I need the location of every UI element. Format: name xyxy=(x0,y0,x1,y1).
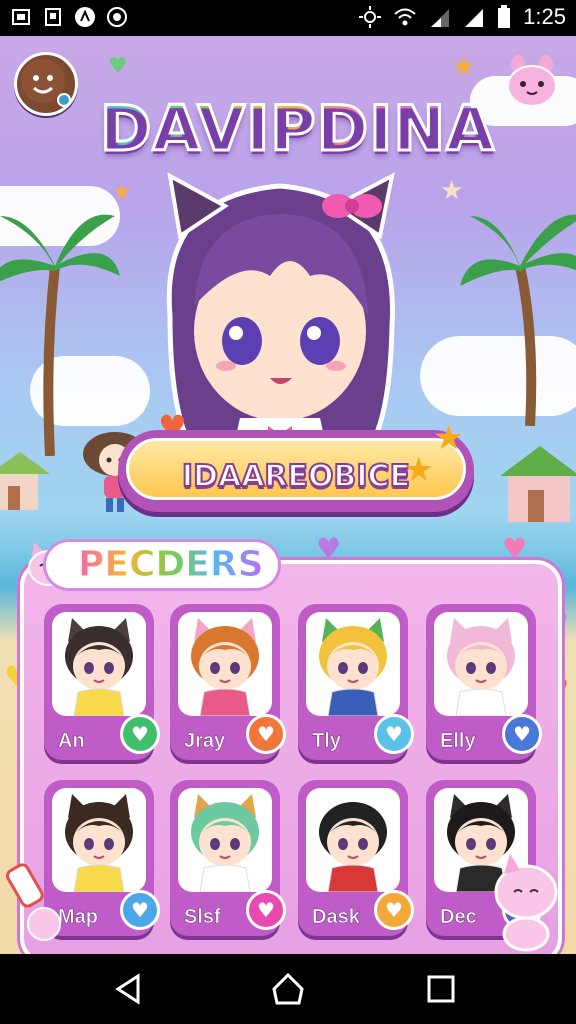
lotion-bottle-icon xyxy=(6,863,61,941)
character-portrait xyxy=(306,788,400,892)
heart-icon: ♥ xyxy=(385,898,403,922)
signal-full-icon xyxy=(465,9,484,27)
back-icon[interactable] xyxy=(112,972,146,1006)
screen-icon xyxy=(10,6,32,28)
favorite-button[interactable]: ♥ xyxy=(246,714,286,754)
heart-icon: ♥ xyxy=(131,898,149,922)
character-name: An xyxy=(58,730,85,753)
character-portrait xyxy=(434,612,528,716)
status-bar: 1:25 xyxy=(0,0,576,36)
favorite-button[interactable]: ♥ xyxy=(120,890,160,930)
favorite-button[interactable]: ♥ xyxy=(246,890,286,930)
favorite-button[interactable]: ♥ xyxy=(120,714,160,754)
star-icon: ★ xyxy=(112,180,132,205)
character-portrait xyxy=(178,788,272,892)
character-name: Dask xyxy=(312,906,360,929)
system-icons: 1:25 xyxy=(359,4,566,30)
hut-right xyxy=(500,446,576,522)
character-name: Dec xyxy=(440,906,477,929)
character-card[interactable]: Dask ♥ xyxy=(298,780,414,936)
favorite-button[interactable]: ♥ xyxy=(374,890,414,930)
character-name: Tly xyxy=(312,730,341,753)
player-avatar-button[interactable] xyxy=(14,52,78,116)
favorite-button[interactable]: ♥ xyxy=(502,714,542,754)
heart-icon: ♥ xyxy=(513,722,531,746)
character-card[interactable]: Elly ♥ xyxy=(426,604,542,760)
hut-left xyxy=(0,452,50,510)
character-name: Jray xyxy=(184,730,226,753)
pink-bunny-icon xyxy=(507,55,557,107)
app-icon xyxy=(74,6,96,28)
character-card[interactable]: Slsf ♥ xyxy=(170,780,286,936)
favorite-button[interactable]: ♥ xyxy=(374,714,414,754)
pink-cat-mascot xyxy=(494,854,558,952)
clock: 1:25 xyxy=(523,4,566,29)
navigation-bar xyxy=(0,954,576,1024)
character-portrait xyxy=(52,612,146,716)
wifi-icon xyxy=(394,8,416,26)
heart-icon: ♥ xyxy=(385,722,403,746)
heart-icon: ♥ xyxy=(257,722,275,746)
character-card[interactable]: Tly ♥ xyxy=(298,604,414,760)
heart-icon: ♥ xyxy=(257,898,275,922)
signal-icon xyxy=(431,9,450,27)
face-icon xyxy=(21,59,71,107)
star-icon: ★ xyxy=(452,52,476,82)
pet-menu-button[interactable] xyxy=(502,54,562,110)
featured-name-banner[interactable]: IDAAREOBICE ★ ★ xyxy=(118,418,474,512)
character-name: Slsf xyxy=(184,906,221,929)
character-card[interactable]: An ♥ xyxy=(44,604,160,760)
sd-card-icon xyxy=(42,6,64,28)
palm-tree-left xyxy=(0,214,120,456)
star-icon: ★ xyxy=(403,450,434,490)
game-screen: ★ ★ ★ ♥ DAVIPDINA ♥ IDAAREOBICE ★ ★ ♥ ♥ … xyxy=(0,36,576,954)
home-icon[interactable] xyxy=(271,972,305,1006)
sync-icon xyxy=(106,6,128,28)
heart-icon: ♥ xyxy=(108,54,128,79)
character-portrait xyxy=(306,612,400,716)
section-title: PECDERS xyxy=(46,542,278,588)
character-card[interactable]: Jray ♥ xyxy=(170,604,286,760)
palm-tree-right xyxy=(460,214,576,426)
star-icon: ★ xyxy=(433,418,464,458)
brightness-icon xyxy=(359,6,382,28)
battery-icon xyxy=(498,5,511,28)
notification-icons xyxy=(10,6,128,28)
heart-icon: ♥ xyxy=(131,722,149,746)
character-portrait xyxy=(178,612,272,716)
character-name: Elly xyxy=(440,730,476,753)
recents-icon[interactable] xyxy=(424,972,458,1006)
